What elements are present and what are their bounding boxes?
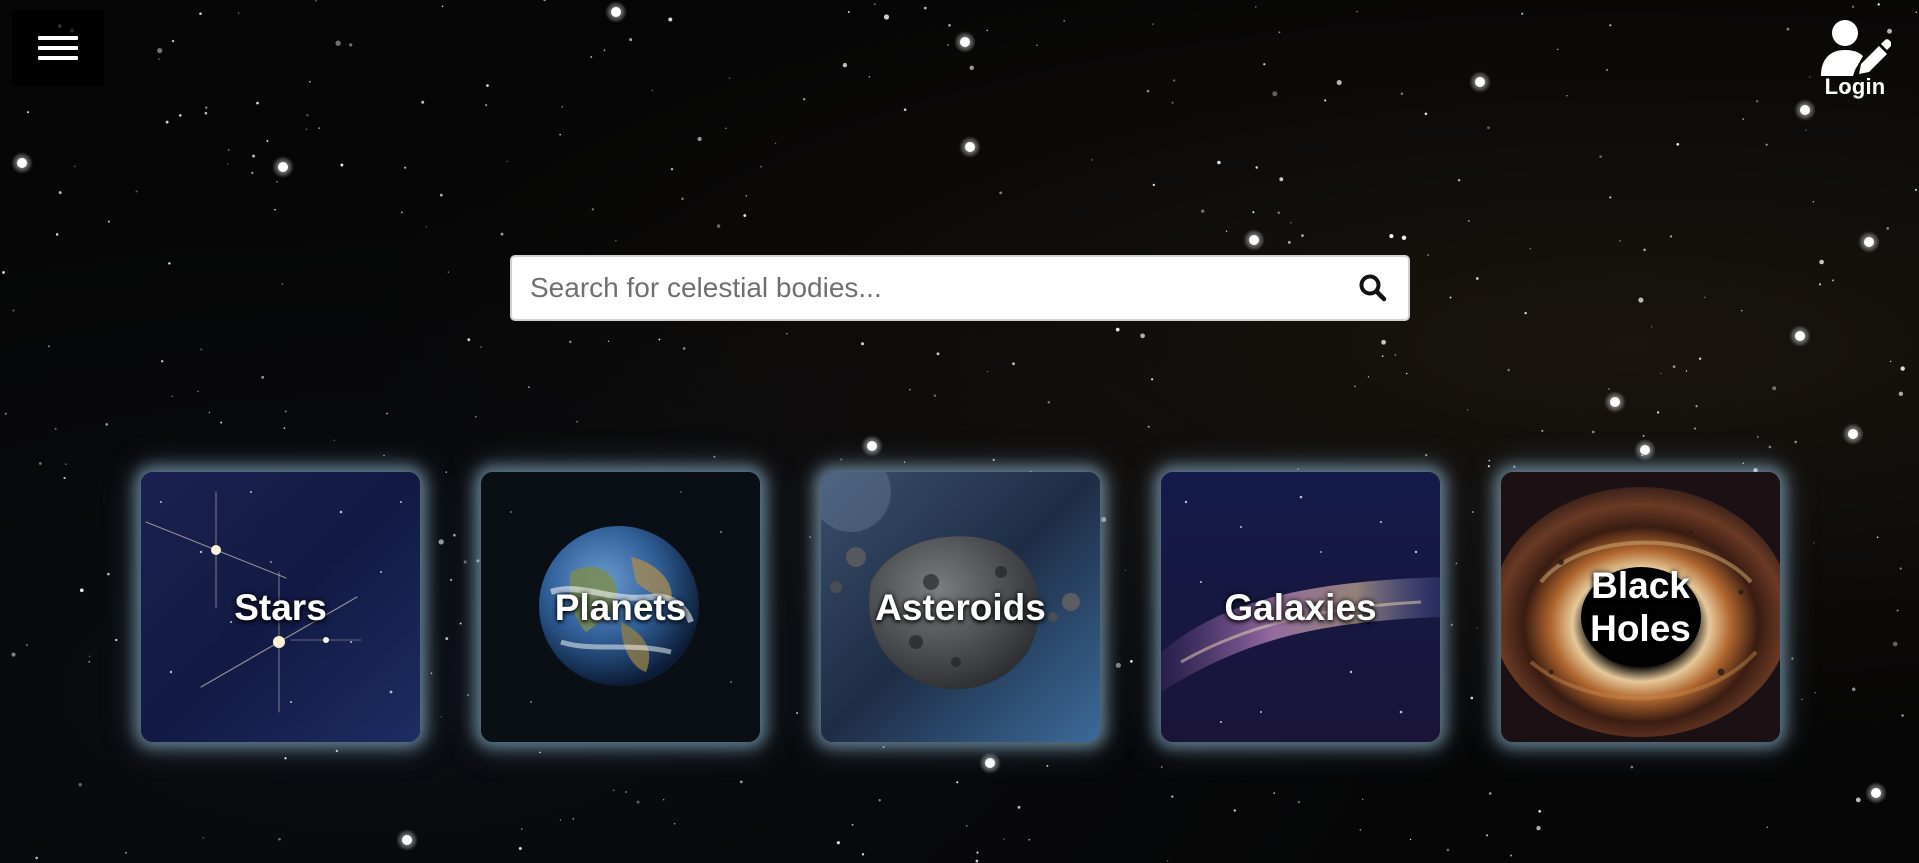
category-card-black-holes[interactable]: Black Holes [1501,472,1780,742]
category-label-galaxies: Galaxies [1224,586,1377,628]
category-card-planets[interactable]: Planets [481,472,760,742]
search-bar [510,255,1410,321]
login-label: Login [1824,74,1886,99]
category-card-galaxies[interactable]: Galaxies [1161,472,1440,742]
hamburger-menu-icon [38,30,78,66]
space-background: Login Search for celestial bodies... Sta… [0,0,1919,863]
login-button[interactable]: Login [1807,18,1903,100]
search-input[interactable] [512,257,1338,319]
category-card-asteroids[interactable]: Asteroids [821,472,1100,742]
category-card-stars[interactable]: Stars [141,472,420,742]
hamburger-menu-button[interactable] [12,10,104,86]
category-cards: Stars Planets Asteroids Galaxies Black H… [141,472,1780,742]
search-button[interactable] [1338,257,1408,319]
category-label-black-holes: Black Holes [1590,565,1691,649]
category-label-asteroids: Asteroids [875,586,1046,628]
search-icon [1359,274,1387,302]
category-label-stars: Stars [234,586,327,628]
user-edit-icon [1821,20,1891,76]
category-label-planets: Planets [554,586,687,628]
